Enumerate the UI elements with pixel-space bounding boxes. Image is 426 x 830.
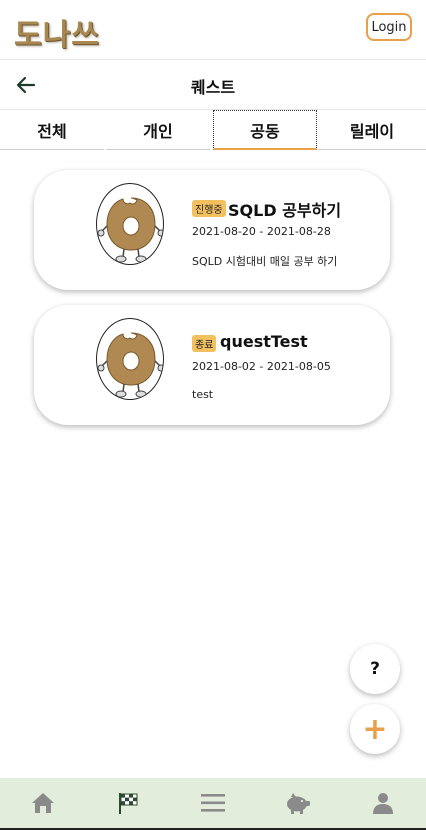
quest-title: SQLD 공부하기: [228, 201, 342, 220]
donut-character-icon: [97, 197, 163, 263]
add-quest-button[interactable]: +: [350, 704, 400, 754]
back-button[interactable]: [14, 73, 40, 97]
app-header: 도나쓰 Login: [0, 0, 426, 60]
home-icon: [31, 793, 54, 813]
quest-description: SQLD 시험대비 매일 공부 하기: [192, 255, 338, 268]
tab-all[interactable]: 전체: [0, 110, 104, 150]
menu-icon: [200, 794, 225, 812]
checkered-flag-icon: [118, 793, 137, 814]
tab-relay[interactable]: 릴레이: [318, 110, 426, 150]
help-button[interactable]: ?: [350, 644, 400, 694]
arrow-left-icon: [16, 76, 36, 94]
app-logo[interactable]: 도나쓰: [14, 10, 100, 54]
page-title: 퀘스트: [190, 78, 236, 97]
quest-title: questTest: [220, 332, 308, 351]
quest-dates: 2021-08-20 - 2021-08-28: [192, 225, 331, 238]
donut-character-icon: [97, 332, 163, 398]
login-button[interactable]: Login: [366, 13, 412, 41]
bottom-nav: [0, 778, 426, 830]
user-icon: [372, 793, 393, 814]
nav-item-home[interactable]: [0, 778, 85, 828]
quest-thumbnail: [96, 183, 164, 265]
quest-card[interactable]: 종료 questTest 2021-08-02 - 2021-08-05 tes…: [34, 305, 390, 425]
sub-header: 퀘스트: [0, 60, 426, 110]
nav-item-profile[interactable]: [340, 778, 425, 828]
tab-group[interactable]: 공동: [213, 110, 317, 150]
nav-item-quest[interactable]: [85, 778, 170, 828]
nav-item-menu[interactable]: [170, 778, 255, 828]
piggy-bank-icon: [286, 793, 310, 814]
nav-item-savings[interactable]: [255, 778, 340, 828]
quest-description: test: [192, 388, 214, 401]
status-badge: 종료: [192, 335, 217, 352]
quest-thumbnail: [96, 318, 164, 400]
quest-tabs: 전체 개인 공동 릴레이: [0, 110, 426, 150]
quest-card[interactable]: 진행중 SQLD 공부하기 2021-08-20 - 2021-08-28 SQ…: [34, 170, 390, 290]
quest-dates: 2021-08-02 - 2021-08-05: [192, 360, 331, 373]
status-badge: 진행중: [192, 200, 226, 217]
tab-personal[interactable]: 개인: [106, 110, 210, 150]
